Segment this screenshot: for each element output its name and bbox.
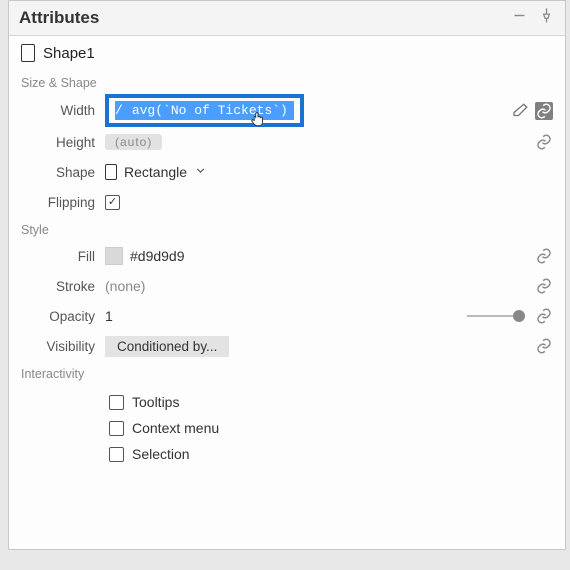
prop-shape-row: Shape Rectangle [9, 157, 565, 187]
prop-opacity-label: Opacity [9, 309, 105, 324]
flipping-checkbox[interactable] [105, 195, 120, 210]
prop-width-label: Width [9, 103, 105, 118]
context-menu-item[interactable]: Context menu [109, 415, 565, 441]
prop-shape-value[interactable]: Rectangle [105, 164, 553, 180]
link-icon[interactable] [535, 133, 553, 151]
section-size-shape: Size & Shape [9, 70, 565, 94]
link-icon[interactable] [535, 337, 553, 355]
shape-type-text: Rectangle [124, 164, 187, 180]
object-name: Shape1 [43, 45, 95, 62]
fill-swatch[interactable] [105, 247, 123, 265]
rectangle-icon [105, 164, 117, 180]
prop-opacity-row: Opacity 1 [9, 301, 565, 331]
stroke-value-text: (none) [105, 278, 145, 294]
prop-stroke-label: Stroke [9, 279, 105, 294]
eraser-icon[interactable] [511, 102, 529, 120]
selection-label: Selection [132, 446, 190, 462]
prop-visibility-row: Visibility Conditioned by... [9, 331, 565, 361]
context-menu-label: Context menu [132, 420, 219, 436]
section-interactivity: Interactivity [9, 361, 565, 385]
width-highlight-box: / avg(`No of Tickets`) [105, 94, 304, 127]
header-actions [511, 7, 555, 29]
prop-height-row: Height (auto) [9, 127, 565, 157]
selection-checkbox[interactable] [109, 447, 124, 462]
prop-shape-label: Shape [9, 165, 105, 180]
attributes-panel: Attributes Shape1 Size & Shape Width / a… [8, 0, 566, 550]
shape-object-icon [21, 44, 35, 62]
prop-fill-label: Fill [9, 249, 105, 264]
prop-height-label: Height [9, 135, 105, 150]
prop-opacity-value[interactable]: 1 [105, 308, 467, 324]
prop-width-row: Width / avg(`No of Tickets`) [9, 94, 565, 127]
selection-item[interactable]: Selection [109, 441, 565, 467]
section-style: Style [9, 217, 565, 241]
context-menu-checkbox[interactable] [109, 421, 124, 436]
prop-flipping-row: Flipping [9, 187, 565, 217]
pin-icon[interactable] [538, 7, 555, 29]
prop-height-value[interactable]: (auto) [105, 134, 535, 150]
prop-fill-value[interactable]: #d9d9d9 [105, 247, 535, 265]
minimize-icon[interactable] [511, 7, 528, 29]
link-icon[interactable] [535, 247, 553, 265]
width-formula-text: avg(`No of Tickets`) [126, 101, 294, 120]
interactivity-list: Tooltips Context menu Selection [9, 385, 565, 467]
link-icon[interactable] [535, 277, 553, 295]
opacity-slider[interactable] [467, 315, 523, 317]
prop-flipping-label: Flipping [9, 195, 105, 210]
object-row[interactable]: Shape1 [9, 36, 565, 70]
visibility-button[interactable]: Conditioned by... [105, 336, 229, 357]
tooltips-item[interactable]: Tooltips [109, 389, 565, 415]
tooltips-checkbox[interactable] [109, 395, 124, 410]
chevron-down-icon[interactable] [194, 164, 207, 180]
link-icon[interactable] [535, 307, 553, 325]
slider-thumb[interactable] [513, 310, 525, 322]
prop-visibility-label: Visibility [9, 339, 105, 354]
panel-header: Attributes [9, 1, 565, 36]
prop-fill-row: Fill #d9d9d9 [9, 241, 565, 271]
background-axis-labels [0, 0, 8, 570]
panel-title: Attributes [19, 8, 511, 28]
prop-width-value[interactable]: / avg(`No of Tickets`) [105, 94, 511, 127]
link-icon[interactable] [535, 102, 553, 120]
fill-hex-text: #d9d9d9 [130, 248, 185, 264]
tooltips-label: Tooltips [132, 394, 179, 410]
opacity-value-text: 1 [105, 308, 113, 324]
prop-stroke-row: Stroke (none) [9, 271, 565, 301]
prop-stroke-value[interactable]: (none) [105, 278, 535, 294]
height-auto-pill: (auto) [105, 134, 162, 150]
